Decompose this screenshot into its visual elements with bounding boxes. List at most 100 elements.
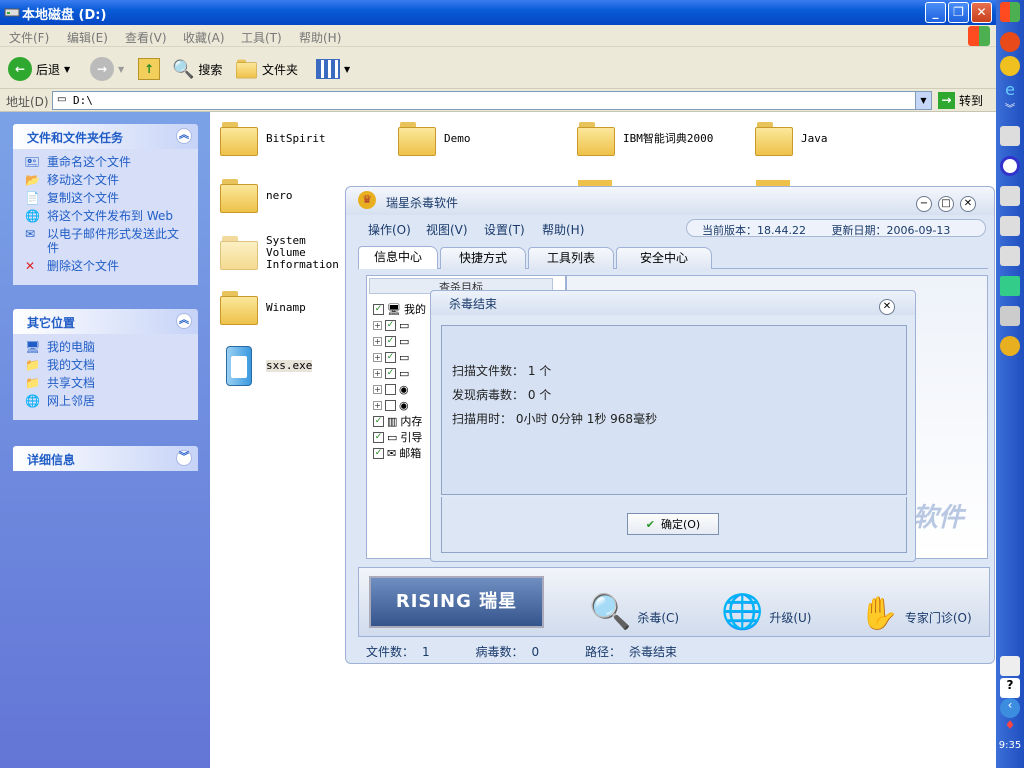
tree-row-cdrom[interactable]: + ◉ <box>373 382 409 396</box>
checkbox[interactable]: ✓ <box>385 319 396 331</box>
tasks-panel-header[interactable]: 文件和文件夹任务 ︽ <box>13 124 198 149</box>
window-icon[interactable] <box>1000 216 1020 236</box>
expand-icon[interactable]: + <box>373 400 382 410</box>
forward-button[interactable]: → ▼ <box>90 56 124 82</box>
up-folder-button[interactable]: ↑ <box>138 56 160 82</box>
keyboard-icon[interactable] <box>1000 656 1020 676</box>
task-rename[interactable]: 🖭 重命名这个文件 <box>25 155 190 169</box>
rising-menu-view[interactable]: 视图(V) <box>426 221 468 238</box>
chevron-down-icon[interactable]: ︾ <box>1000 100 1020 120</box>
address-dropdown-icon[interactable]: ▼ <box>915 92 931 109</box>
app-icon[interactable] <box>1000 276 1020 296</box>
dialog-close-button[interactable]: ✕ <box>879 299 895 315</box>
file-item[interactable]: Winamp <box>220 291 306 325</box>
checkbox[interactable]: ✓ <box>373 431 384 443</box>
window-icon[interactable] <box>1000 186 1020 206</box>
window-icon[interactable] <box>1000 246 1020 266</box>
tree-row-cdrom[interactable]: + ◉ <box>373 398 409 412</box>
expand-icon[interactable]: + <box>373 384 382 394</box>
rising-close-button[interactable]: ✕ <box>960 196 976 212</box>
menu-tools[interactable]: 工具(T) <box>241 29 282 46</box>
menu-favorites[interactable]: 收藏(A) <box>183 29 225 46</box>
ok-button[interactable]: ✔ 确定(O) <box>627 513 719 535</box>
search-button[interactable]: 🔍 搜索 <box>172 56 222 82</box>
menu-edit[interactable]: 编辑(E) <box>67 29 108 46</box>
expand-icon[interactable]: + <box>373 368 382 378</box>
window-titlebar[interactable]: 本地磁盘 (D:) _ ❐ ✕ <box>0 0 996 25</box>
task-publish-web[interactable]: 🌐 将这个文件发布到 Web <box>25 209 190 223</box>
minimize-button[interactable]: _ <box>925 2 946 23</box>
places-panel-header[interactable]: 其它位置 ︽ <box>13 309 198 334</box>
expert-clinic-button[interactable]: ✋ 专家门诊(O) <box>859 574 972 632</box>
tab-shortcuts[interactable]: 快捷方式 <box>440 247 526 269</box>
tree-row-mailbox[interactable]: ✓ ✉ 邮箱 <box>373 446 421 460</box>
tree-row-my-computer[interactable]: ✓ 🖥 我的 <box>373 302 426 316</box>
tree-row-drive[interactable]: + ✓ ▭ <box>373 334 409 348</box>
checkbox[interactable]: ✓ <box>373 447 384 459</box>
task-move[interactable]: 📂 移动这个文件 <box>25 173 190 187</box>
expand-icon[interactable]: + <box>373 320 382 330</box>
drive-icon[interactable] <box>1000 306 1020 326</box>
rising-menu-help[interactable]: 帮助(H) <box>542 221 584 238</box>
close-button[interactable]: ✕ <box>971 2 992 23</box>
volume-icon[interactable]: ♦ <box>1000 718 1020 738</box>
checkbox[interactable]: ✓ <box>385 335 396 347</box>
file-item[interactable]: Java <box>755 122 828 156</box>
rising-titlebar[interactable]: ♛ 瑞星杀毒软件 − □ ✕ <box>346 187 994 215</box>
restore-button[interactable]: ❐ <box>948 2 969 23</box>
place-shared-documents[interactable]: 📁 共享文档 <box>25 376 190 390</box>
rising-tray-icon[interactable] <box>1000 336 1020 356</box>
checkbox[interactable] <box>385 383 396 395</box>
place-my-documents[interactable]: 📁 我的文档 <box>25 358 190 372</box>
task-copy[interactable]: 📄 复制这个文件 <box>25 191 190 205</box>
task-delete[interactable]: ✕ 删除这个文件 <box>25 259 190 273</box>
views-button[interactable]: ▼ <box>316 56 350 82</box>
place-network[interactable]: 🌐 网上邻居 <box>25 394 190 408</box>
address-input[interactable]: ▭ D:\ ▼ <box>52 91 932 110</box>
tree-row-drive[interactable]: + ✓ ▭ <box>373 366 409 380</box>
scan-button[interactable]: 🔍 杀毒(C) <box>589 574 679 632</box>
help-icon[interactable]: ? <box>1000 678 1020 698</box>
checkbox[interactable]: ✓ <box>385 367 396 379</box>
file-item[interactable]: Demo <box>398 122 471 156</box>
rising-maximize-button[interactable]: □ <box>938 196 954 212</box>
scan-complete-dialog[interactable]: 杀毒结束 ✕ 扫描文件数： 1 个 发现病毒数： 0 个 扫描用时： 0小时 0… <box>430 290 916 562</box>
dialog-titlebar[interactable]: 杀毒结束 ✕ <box>431 291 915 315</box>
checkbox[interactable]: ✓ <box>373 415 384 427</box>
rising-minimize-button[interactable]: − <box>916 196 932 212</box>
file-item[interactable]: sxs.exe <box>220 344 313 388</box>
checkbox[interactable] <box>385 399 396 411</box>
tree-row-boot[interactable]: ✓ ▭ 引导 <box>373 430 422 444</box>
tab-info-center[interactable]: 信息中心 <box>358 246 438 269</box>
expand-icon[interactable]: + <box>373 336 382 346</box>
tab-security-center[interactable]: 安全中心 <box>616 247 712 269</box>
file-item[interactable]: IBM智能词典2000 <box>577 122 713 156</box>
expand-icon[interactable]: ︾ <box>176 450 192 466</box>
window-icon[interactable] <box>1000 126 1020 146</box>
file-item[interactable]: System Volume Information <box>220 235 344 271</box>
file-item[interactable]: nero <box>220 179 293 213</box>
expand-icon[interactable]: + <box>373 352 382 362</box>
back-button[interactable]: ← 后退 ▼ <box>8 56 70 82</box>
rising-menu-action[interactable]: 操作(O) <box>368 221 411 238</box>
app-icon[interactable] <box>1000 156 1020 176</box>
menu-file[interactable]: 文件(F) <box>9 29 49 46</box>
back-dropdown-icon[interactable]: ▼ <box>64 65 70 74</box>
menu-help[interactable]: 帮助(H) <box>299 29 341 46</box>
ie-icon[interactable]: e <box>1000 80 1020 100</box>
start-button[interactable] <box>1000 2 1020 22</box>
tree-row-drive[interactable]: + ✓ ▭ <box>373 350 409 364</box>
rising-menu-settings[interactable]: 设置(T) <box>484 221 525 238</box>
task-email[interactable]: ✉ 以电子邮件形式发送此文件 <box>25 227 190 255</box>
checkbox[interactable]: ✓ <box>385 351 396 363</box>
place-my-computer[interactable]: 🖥 我的电脑 <box>25 340 190 354</box>
tree-row-drive[interactable]: + ✓ ▭ <box>373 318 409 332</box>
tab-tools[interactable]: 工具列表 <box>528 247 614 269</box>
menu-view[interactable]: 查看(V) <box>125 29 167 46</box>
go-button[interactable]: → 转到 <box>938 92 983 109</box>
tree-row-memory[interactable]: ✓ ▥ 内存 <box>373 414 422 428</box>
details-panel-header[interactable]: 详细信息 ︾ <box>13 446 198 471</box>
app-icon[interactable] <box>1000 32 1020 52</box>
file-item[interactable]: BitSpirit <box>220 122 326 156</box>
media-icon[interactable] <box>1000 56 1020 76</box>
